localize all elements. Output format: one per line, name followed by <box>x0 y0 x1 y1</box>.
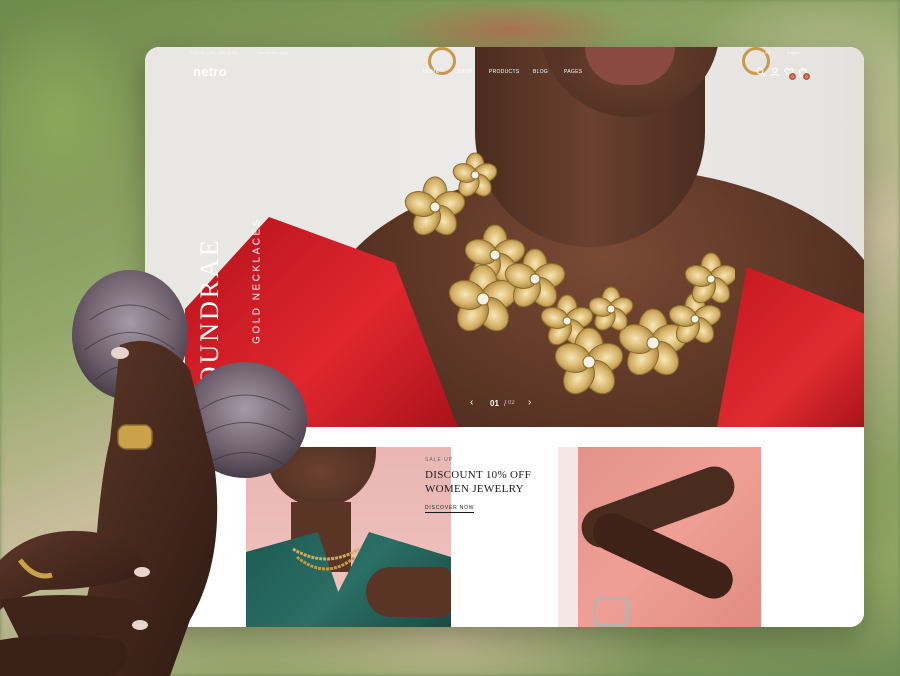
promo-text: SALE UP DISCOUNT 10% OFF WOMEN JEWELRY D… <box>425 457 565 514</box>
slide-total: 02 <box>508 400 515 406</box>
slide-separator: / <box>504 399 507 408</box>
promo-headline-line1: DISCOUNT 10% OFF <box>425 469 532 481</box>
site-logo[interactable]: netro <box>193 64 227 79</box>
gold-flower-necklace <box>404 152 735 395</box>
search-icon[interactable] <box>756 67 766 77</box>
nav-item-blog[interactable]: BLOG <box>533 69 548 75</box>
promo-image-necklace[interactable] <box>246 447 451 627</box>
language-select[interactable]: English <box>787 50 800 55</box>
promo-headline-line2: WOMEN JEWELRY <box>425 483 524 495</box>
model-face <box>266 447 376 507</box>
chevron-right-icon[interactable]: › <box>528 397 531 408</box>
hero-banner: FOUNDRAE GOLD NECKLACES Call Us: (+84) 1… <box>145 47 864 427</box>
nav-item-pages[interactable]: PAGES <box>564 69 582 75</box>
slide-current: 01 <box>490 399 499 408</box>
hero-subtitle: GOLD NECKLACES <box>251 217 263 344</box>
promo-image-bracelet[interactable] <box>558 447 761 627</box>
nav-item-shop[interactable]: SHOP <box>457 69 472 75</box>
discover-now-link[interactable]: DISCOVER NOW <box>425 505 475 513</box>
silver-bracelet <box>593 597 629 627</box>
hero-title: FOUNDRAE <box>195 237 224 403</box>
hero-slider-controls: ‹ 01 / 02 › <box>470 397 540 411</box>
utility-bar: Call Us: (+84) 1800 65 24 info@netro.com… <box>145 47 864 59</box>
user-icon[interactable] <box>770 67 780 77</box>
chevron-left-icon[interactable]: ‹ <box>470 397 473 408</box>
nav-item-home[interactable]: HOME <box>423 69 439 75</box>
gold-chain-necklace <box>292 547 360 571</box>
contact-phone[interactable]: Call Us: (+84) 1800 65 24 <box>191 50 237 55</box>
promo-headline: DISCOUNT 10% OFF WOMEN JEWELRY <box>425 468 565 496</box>
nav-item-products[interactable]: PRODUCTS <box>489 69 519 75</box>
website-window: FOUNDRAE GOLD NECKLACES Call Us: (+84) 1… <box>145 47 864 627</box>
wishlist-count-badge: 0 <box>789 73 796 80</box>
cart-count-badge: 0 <box>803 73 810 80</box>
promo-section: SALE UP DISCOUNT 10% OFF WOMEN JEWELRY D… <box>145 427 864 627</box>
model-hand <box>366 567 451 617</box>
promo-eyebrow: SALE UP <box>425 457 454 463</box>
currency-select[interactable]: USD <box>763 50 771 55</box>
contact-email[interactable]: info@netro.com <box>259 50 287 55</box>
